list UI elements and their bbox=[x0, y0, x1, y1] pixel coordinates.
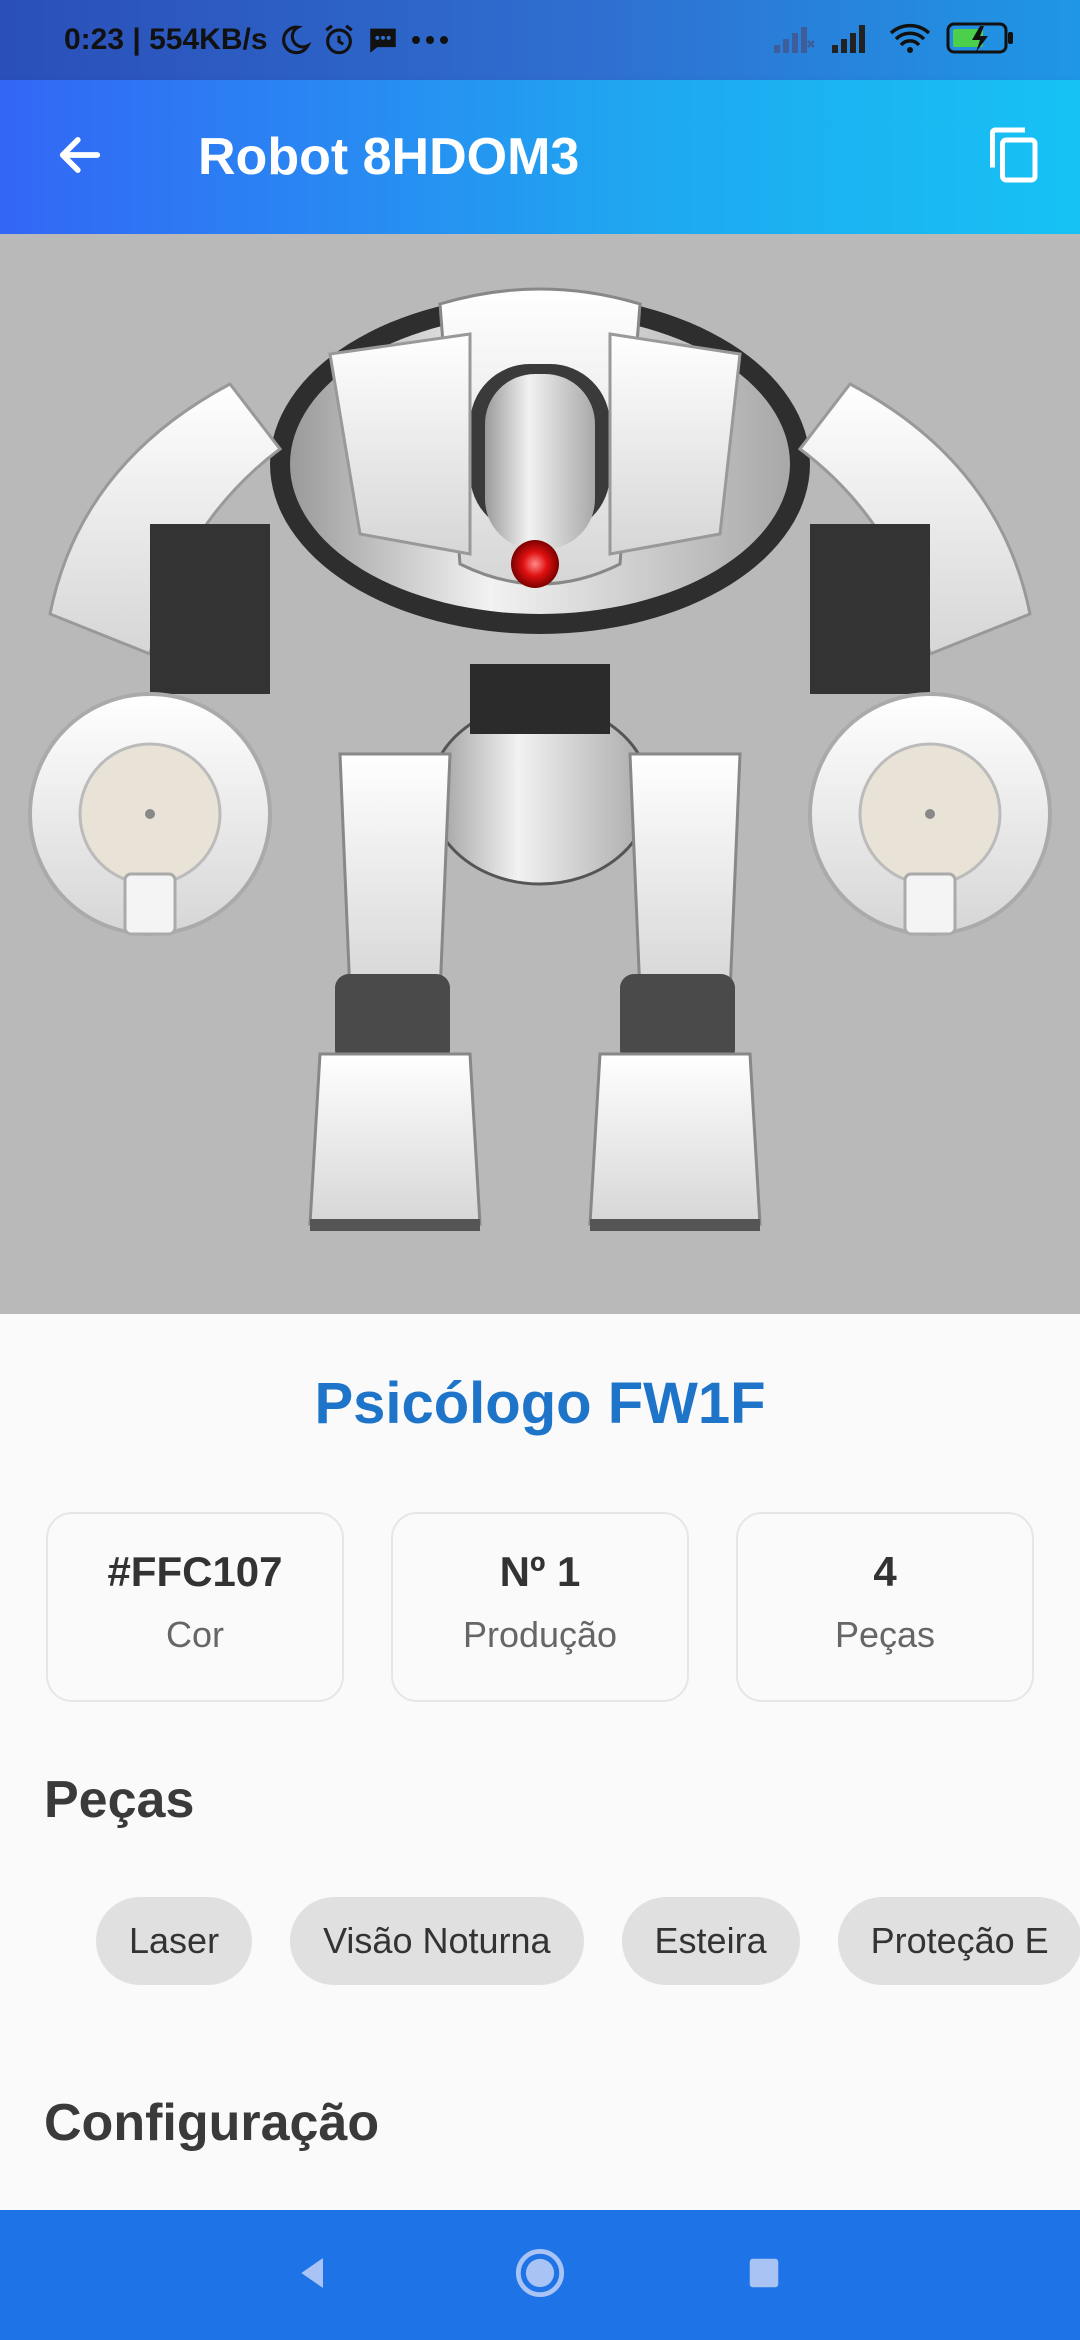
stat-label: Peças bbox=[834, 1614, 936, 1655]
robot-image bbox=[0, 234, 1080, 1314]
parts-section-title: Peças bbox=[44, 1771, 195, 1829]
arrow-left-icon bbox=[54, 129, 106, 186]
part-chip[interactable]: Visão Noturna bbox=[290, 1897, 584, 1985]
wifi-icon bbox=[888, 21, 932, 60]
part-chip[interactable]: Esteira bbox=[621, 1897, 800, 1985]
home-circle-icon bbox=[514, 2247, 566, 2304]
page-title: Robot 8HDOM3 bbox=[198, 128, 580, 186]
recents-square-icon bbox=[745, 2254, 783, 2297]
config-section-title: Configuração bbox=[44, 2094, 380, 2152]
copy-button[interactable] bbox=[970, 112, 1060, 202]
copy-icon bbox=[985, 124, 1045, 191]
parts-chip-list[interactable]: Laser Visão Noturna Esteira Proteção E bbox=[96, 1897, 1080, 1985]
alarm-icon bbox=[322, 23, 356, 57]
stat-card-parts: 4 Peças bbox=[736, 1512, 1034, 1702]
stat-value: #FFC107 bbox=[107, 1548, 283, 1595]
nav-home-button[interactable] bbox=[500, 2235, 580, 2315]
status-time-speed: 0:23 | 554KB/s bbox=[64, 23, 268, 56]
nav-recents-button[interactable] bbox=[724, 2235, 804, 2315]
stat-label: Produção bbox=[462, 1614, 618, 1655]
app-bar: Robot 8HDOM3 bbox=[0, 80, 1080, 234]
status-bar: 0:23 | 554KB/s bbox=[0, 0, 1080, 80]
system-nav-bar bbox=[0, 2210, 1080, 2340]
stat-label: Cor bbox=[165, 1614, 224, 1655]
more-dots-icon bbox=[410, 34, 450, 46]
status-left: 0:23 | 554KB/s bbox=[64, 23, 450, 57]
stat-value: 4 bbox=[873, 1548, 897, 1595]
stat-card-production: Nº 1 Produção bbox=[391, 1512, 689, 1702]
stat-card-color: #FFC107 Cor bbox=[46, 1512, 344, 1702]
message-icon bbox=[366, 23, 400, 57]
signal-icon bbox=[772, 21, 816, 60]
robot-name: Psicólogo FW1F bbox=[314, 1371, 766, 1436]
stat-value: Nº 1 bbox=[499, 1548, 581, 1595]
signal-icon bbox=[830, 21, 874, 60]
back-button[interactable] bbox=[40, 117, 120, 197]
status-right bbox=[772, 21, 1016, 60]
moon-icon bbox=[278, 23, 312, 57]
part-chip[interactable]: Proteção E bbox=[837, 1897, 1080, 1985]
part-chip[interactable]: Laser bbox=[96, 1897, 253, 1985]
back-triangle-icon bbox=[293, 2253, 333, 2298]
battery-charging-icon bbox=[946, 21, 1016, 60]
nav-back-button[interactable] bbox=[273, 2235, 353, 2315]
